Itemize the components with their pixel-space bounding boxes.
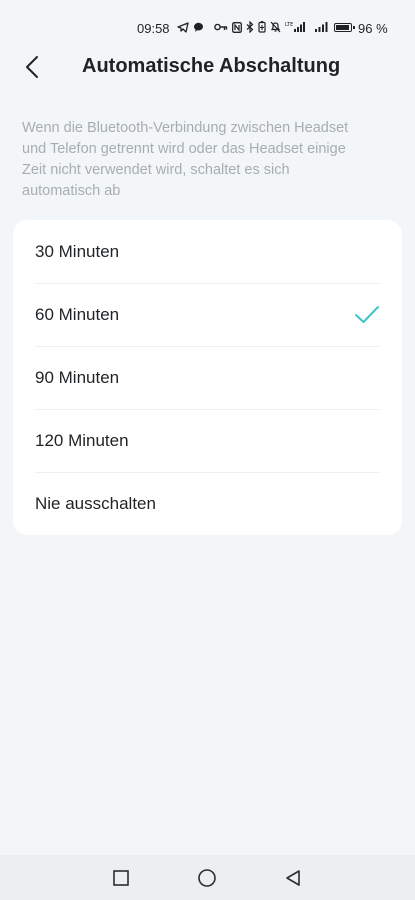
page-title: Automatische Abschaltung (82, 55, 341, 77)
auto-off-options-list: 30 Minuten 60 Minuten 90 Minuten 120 Min… (13, 220, 402, 535)
description-text: Wenn die Bluetooth-Verbindung zwischen H… (22, 120, 349, 199)
system-navigation-bar (0, 855, 415, 900)
svg-text:LTE: LTE (285, 22, 293, 28)
home-button[interactable] (196, 867, 218, 889)
option-never-off[interactable]: Nie ausschalten (13, 472, 402, 535)
lte-signal-icon: LTE (285, 22, 305, 32)
mute-icon (270, 21, 281, 33)
status-time: 09:58 (137, 21, 170, 36)
status-right-icons: LTE (214, 21, 329, 33)
signal-icon (315, 22, 328, 32)
battery-percentage: 96 % (358, 21, 388, 36)
header: Automatische Abschaltung (0, 45, 415, 89)
key-icon (214, 23, 228, 31)
status-left-icons (177, 22, 204, 33)
chevron-left-icon (26, 56, 38, 78)
option-60-minutes[interactable]: 60 Minuten (13, 283, 402, 346)
option-label: Nie ausschalten (35, 493, 156, 513)
status-bar: 09:58 LTE 96 % (0, 0, 415, 40)
system-back-button[interactable] (282, 867, 304, 889)
back-button[interactable] (14, 49, 50, 85)
option-120-minutes[interactable]: 120 Minuten (13, 409, 402, 472)
back-triangle-icon (286, 870, 300, 886)
option-label: 30 Minuten (35, 241, 120, 261)
option-label: 90 Minuten (35, 367, 120, 387)
nfc-icon (232, 21, 242, 33)
recent-apps-button[interactable] (110, 867, 132, 889)
battery-level-fill (336, 25, 350, 30)
telegram-icon (177, 22, 189, 33)
battery-saver-icon (258, 21, 266, 33)
home-icon (198, 869, 216, 887)
battery-icon (334, 23, 355, 32)
bluetooth-icon (246, 21, 254, 33)
option-30-minutes[interactable]: 30 Minuten (13, 220, 402, 283)
option-90-minutes[interactable]: 90 Minuten (13, 346, 402, 409)
option-label: 60 Minuten (35, 304, 120, 324)
recent-apps-icon (113, 870, 129, 886)
option-label: 120 Minuten (35, 430, 129, 450)
chat-bubble-icon (193, 22, 203, 32)
checkmark-icon (355, 305, 379, 323)
